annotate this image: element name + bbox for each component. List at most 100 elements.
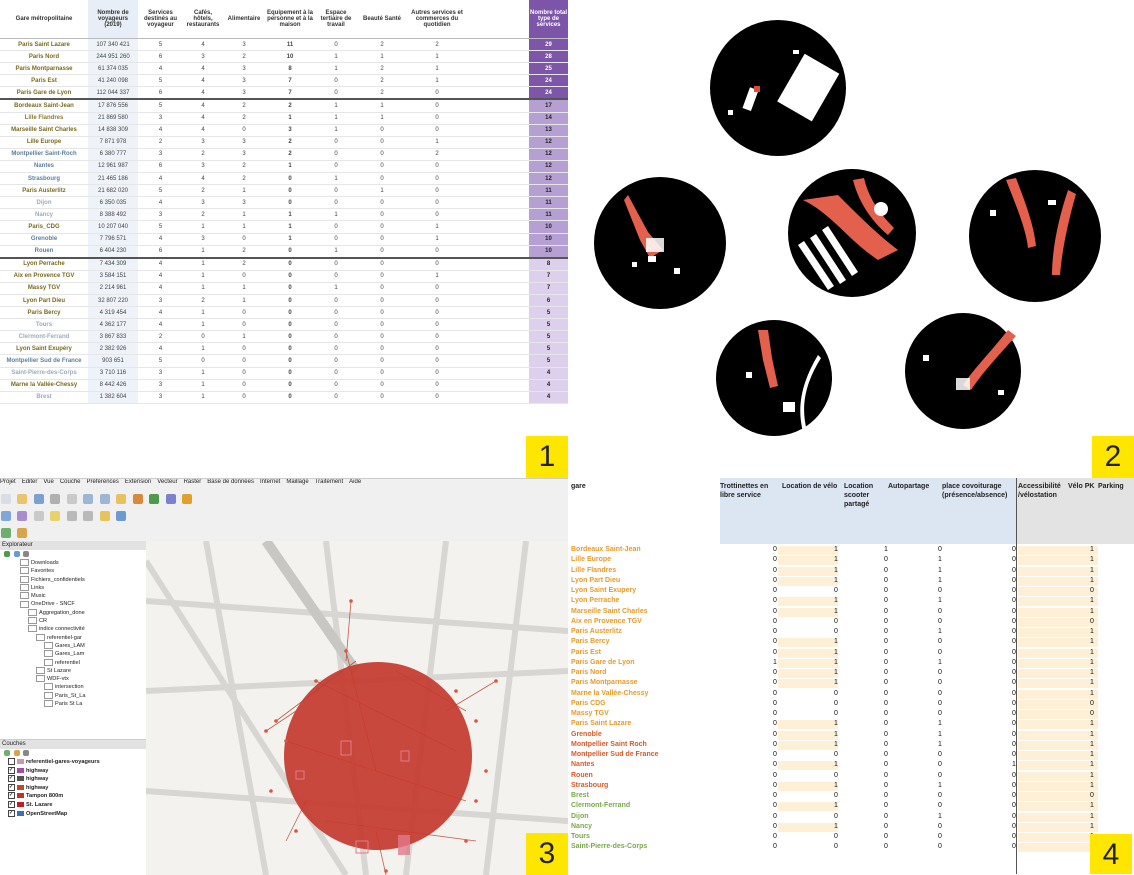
spacer-cell xyxy=(467,172,529,186)
style-icon[interactable] xyxy=(13,750,20,756)
print-layout-icon[interactable] xyxy=(50,494,61,504)
browser-item[interactable]: indice connectivité xyxy=(0,625,146,633)
mobility-value: 1 xyxy=(1090,628,1094,635)
select-icon[interactable] xyxy=(132,494,143,504)
mobility-value: 0 xyxy=(1012,638,1016,646)
menu-item[interactable]: Base de données xyxy=(207,479,254,485)
mobility-value: 1 xyxy=(1090,638,1094,646)
menu-item[interactable]: Internet xyxy=(260,479,280,485)
layer-checkbox[interactable]: ✓ xyxy=(8,809,15,817)
browser-item[interactable]: Gares_LAM xyxy=(0,641,146,650)
add-icon[interactable] xyxy=(4,551,10,557)
layer-label: highway xyxy=(26,767,49,774)
mobility-value: 1 xyxy=(1090,669,1094,676)
browser-item[interactable]: St Lazare xyxy=(0,666,146,675)
service-count: 0 xyxy=(357,367,407,380)
browser-item[interactable]: OneDrive - SNCF xyxy=(0,600,146,608)
service-count: 4 xyxy=(183,112,223,125)
layer-item[interactable]: ✓ highway xyxy=(0,766,146,776)
layer-item[interactable]: ✓ St. Lazare xyxy=(0,800,146,810)
attribute-table-icon[interactable] xyxy=(165,494,176,504)
layer-item[interactable]: referentiel-gares-voyageurs xyxy=(0,758,146,767)
service-count: 0 xyxy=(265,391,315,404)
menu-item[interactable]: Raster xyxy=(184,479,202,485)
digitize-icon[interactable] xyxy=(33,511,44,521)
layer-item[interactable]: ✓ Tampon 800m xyxy=(0,792,146,801)
mobility-value: 0 xyxy=(884,669,888,676)
layer-item[interactable]: ✓ highway xyxy=(0,783,146,793)
layer-checkbox[interactable] xyxy=(8,758,15,766)
browser-item[interactable]: Music xyxy=(0,592,146,600)
layer-checkbox[interactable]: ✓ xyxy=(8,766,15,774)
save-project-icon[interactable] xyxy=(33,494,44,504)
undo-icon[interactable] xyxy=(66,511,77,521)
menu-item[interactable]: Traitement xyxy=(315,479,343,485)
menu-item[interactable]: Projet xyxy=(0,479,16,485)
service-count: 0 xyxy=(265,318,315,332)
layer-checkbox[interactable]: ✓ xyxy=(8,792,15,800)
identify-icon[interactable] xyxy=(116,494,127,504)
filter-icon[interactable] xyxy=(23,750,30,756)
menu-item[interactable]: Vue xyxy=(43,479,53,485)
edit-pencil-icon[interactable] xyxy=(17,511,28,521)
open-project-icon[interactable] xyxy=(17,494,28,504)
label-tool-icon[interactable] xyxy=(99,511,110,521)
menu-item[interactable]: Préférences xyxy=(87,479,119,485)
layer-item[interactable]: ✓ highway xyxy=(0,775,146,784)
menu-item[interactable]: Extension xyxy=(125,479,151,485)
menu-item[interactable]: Maillage xyxy=(286,479,308,485)
layer-checkbox[interactable]: ✓ xyxy=(8,800,15,808)
layer-symbol-icon xyxy=(17,784,24,790)
browser-item[interactable]: referentiel-gar xyxy=(0,633,146,642)
folder-icon xyxy=(36,675,45,683)
browser-item[interactable]: Downloads xyxy=(0,559,146,567)
browser-item[interactable]: Aggregation_done xyxy=(0,608,146,617)
station-name: Dijon xyxy=(571,812,589,820)
browser-item[interactable]: referentiel xyxy=(0,658,146,667)
browser-item[interactable]: CR xyxy=(0,617,146,625)
browser-item[interactable]: Favorites xyxy=(0,567,146,575)
browser-item[interactable]: intersection xyxy=(0,683,146,691)
add-layer-icon[interactable] xyxy=(4,750,10,756)
mobility-value: 0 xyxy=(884,833,888,840)
pan-icon[interactable] xyxy=(66,494,77,504)
browser-item[interactable]: WDF-vtx xyxy=(0,675,146,683)
menu-item[interactable]: Couche xyxy=(60,479,81,485)
cell-highlight xyxy=(1018,751,1098,760)
service-count: 0 xyxy=(407,124,467,137)
menu-item[interactable]: Aide xyxy=(349,479,361,485)
mobility-value: 0 xyxy=(938,822,942,830)
help-icon[interactable] xyxy=(116,511,127,521)
map-canvas[interactable] xyxy=(143,538,568,875)
service-count: 1 xyxy=(315,50,357,64)
layer-checkbox[interactable]: ✓ xyxy=(8,775,15,783)
menu-item[interactable]: Editer xyxy=(22,479,38,485)
layer-checkbox[interactable]: ✓ xyxy=(8,783,15,791)
browser-item[interactable]: Paris_St_La xyxy=(0,691,146,700)
browser-item[interactable]: Links xyxy=(0,583,146,592)
layer-add-icon[interactable] xyxy=(1,511,11,521)
menu-item[interactable]: Vecteur xyxy=(157,479,177,485)
browser-item[interactable]: Fichiers_confidentiels xyxy=(0,575,146,584)
layer-item[interactable]: ✓ OpenStreetMap xyxy=(0,809,146,819)
service-count: 4 xyxy=(138,306,183,320)
browser-item[interactable]: Gares_Lam xyxy=(0,650,146,658)
station-name: Montpellier Sud de France xyxy=(0,354,88,368)
label-icon[interactable] xyxy=(181,494,192,504)
plugin-icon[interactable] xyxy=(1,528,11,538)
node-tool-icon[interactable] xyxy=(50,511,61,521)
redo-icon[interactable] xyxy=(83,511,94,521)
station-name: Strasbourg xyxy=(0,172,88,186)
service-count: 5 xyxy=(138,354,183,368)
new-project-icon[interactable] xyxy=(1,494,11,504)
filter-icon[interactable] xyxy=(23,551,30,557)
refresh-icon[interactable] xyxy=(13,551,20,557)
column-divider xyxy=(1016,478,1017,874)
processing-icon[interactable] xyxy=(17,528,28,538)
zoom-out-icon[interactable] xyxy=(99,494,110,504)
cell-highlight xyxy=(1018,761,1098,771)
browser-item[interactable]: Paris St La xyxy=(0,700,146,708)
station-name: Paris Austerlitz xyxy=(571,628,622,635)
measure-icon[interactable] xyxy=(149,494,160,504)
zoom-in-icon[interactable] xyxy=(83,494,94,504)
